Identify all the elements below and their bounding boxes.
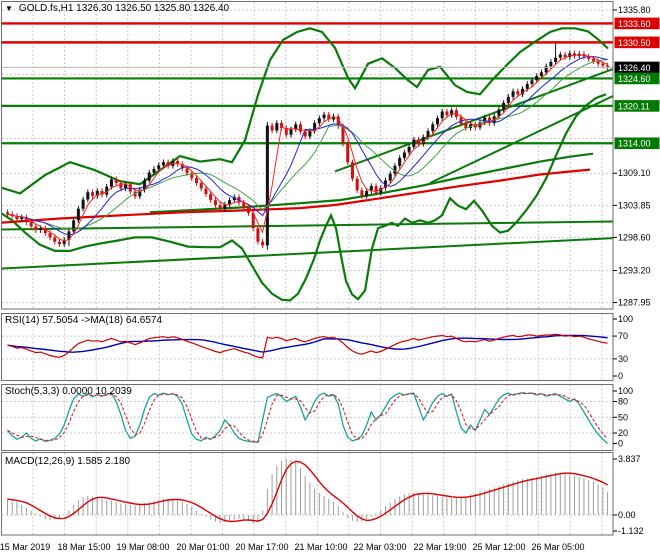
stoch-axis-label: 0: [618, 439, 623, 449]
price-tag-label: 1326.40: [618, 63, 651, 73]
macd-axis-label: 0.00: [618, 510, 636, 520]
time-axis-label: 20 Mar 17:00: [235, 542, 288, 552]
price-tag-label: 1324.60: [618, 74, 651, 84]
stoch-axis-label: 100: [618, 386, 633, 396]
chart-title-bar: ▼ GOLD.fs,H1 1326.30 1326.50 1325.80 132…: [5, 3, 229, 14]
stoch-indicator-label: Stoch(5,3,3) 0.0000 10.2039: [5, 386, 132, 397]
chart-window: 1335.80 1309.10 1303.85 1298.60 1293.20 1287.…: [0, 0, 660, 560]
macd-axis-label: 3.837: [618, 454, 641, 464]
price-axis-label: 1287.95: [618, 298, 651, 308]
time-axis-label: 20 Mar 01:00: [176, 542, 229, 552]
rsi-indicator-label: RSI(14) 57.5054 ->MA(18) 64.6574: [5, 315, 163, 326]
time-axis-label: 19 Mar 08:00: [116, 542, 169, 552]
rsi-axis-label: 30: [618, 354, 628, 364]
time-axis-label: 15 Mar 2019: [0, 542, 50, 552]
price-axis-label: 1298.60: [618, 232, 651, 242]
stoch-axis-label: 80: [618, 397, 628, 407]
rsi-axis-label: 100: [618, 314, 633, 324]
time-axis-label: 18 Mar 15:00: [57, 542, 110, 552]
price-tag-label: 1333.60: [618, 19, 651, 29]
rsi-axis-label: 70: [618, 331, 628, 341]
macd-axis-label: -1.132: [618, 526, 644, 536]
chart-title: GOLD.fs,H1 1326.30 1326.50 1325.80 1326.…: [18, 3, 230, 14]
macd-indicator-label: MACD(12,26,9) 1.585 2.180: [5, 456, 131, 467]
price-tag-label: 1314.00: [618, 139, 651, 149]
stoch-axis-label: 20: [618, 428, 628, 438]
price-axis-label: 1303.85: [618, 200, 651, 210]
time-axis-label: 22 Mar 19:00: [413, 542, 466, 552]
price-axis-label: 1293.20: [618, 265, 651, 275]
time-axis-label: 26 Mar 05:00: [531, 542, 584, 552]
time-axis-label: 21 Mar 10:00: [294, 542, 347, 552]
rsi-axis-label: 0: [618, 371, 623, 381]
time-axis-label: 25 Mar 12:00: [472, 542, 525, 552]
symbol-dropdown-icon[interactable]: ▼: [5, 4, 13, 14]
time-axis-label: 22 Mar 03:00: [353, 542, 406, 552]
price-axis-label: 1335.80: [618, 5, 651, 15]
chart-canvas[interactable]: 1335.80 1309.10 1303.85 1298.60 1293.20 1287.…: [0, 0, 660, 560]
stoch-axis-label: 50: [618, 412, 628, 422]
price-tag-label: 1330.50: [618, 38, 651, 48]
price-tag-label: 1320.11: [618, 101, 650, 111]
price-axis-label: 1309.10: [618, 168, 651, 178]
